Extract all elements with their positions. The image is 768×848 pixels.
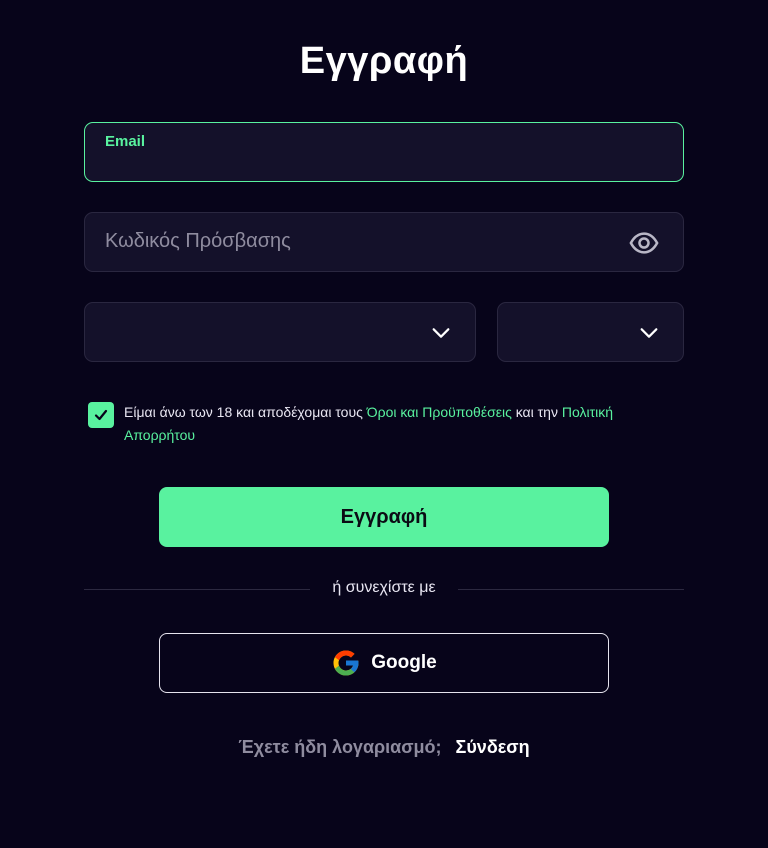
password-field[interactable]: Κωδικός Πρόσβασης	[84, 212, 684, 272]
select-secondary[interactable]	[497, 302, 684, 362]
terms-prefix: Είμαι άνω των 18 και αποδέχομαι τους	[124, 404, 367, 420]
divider-text: ή συνεχίστε με	[332, 579, 436, 596]
google-label: Google	[371, 652, 437, 673]
eye-icon[interactable]	[629, 228, 659, 258]
chevron-down-icon	[640, 328, 658, 338]
google-button[interactable]: Google	[159, 633, 609, 693]
email-field[interactable]: Email	[84, 122, 684, 182]
register-button[interactable]: Εγγραφή	[159, 487, 609, 547]
email-input[interactable]	[103, 153, 667, 179]
terms-checkbox[interactable]	[88, 402, 114, 428]
divider-left	[84, 589, 310, 590]
terms-text: Είμαι άνω των 18 και αποδέχομαι τους Όρο…	[124, 401, 644, 447]
terms-link[interactable]: Όροι και Προϋποθέσεις	[367, 404, 512, 420]
page-title: Εγγραφή	[299, 40, 469, 82]
login-link[interactable]: Σύνδεση	[456, 737, 530, 757]
checkmark-icon	[94, 409, 108, 421]
chevron-down-icon	[432, 328, 450, 338]
email-label: Email	[105, 133, 146, 150]
google-logo-icon	[333, 650, 359, 676]
terms-middle: και την	[511, 404, 562, 420]
login-question: Έχετε ήδη λογαριασμό;	[238, 737, 442, 757]
login-prompt: Έχετε ήδη λογαριασμό; Σύνδεση	[0, 737, 768, 758]
password-placeholder: Κωδικός Πρόσβασης	[105, 230, 291, 252]
select-primary[interactable]	[84, 302, 476, 362]
divider-right	[458, 589, 684, 590]
